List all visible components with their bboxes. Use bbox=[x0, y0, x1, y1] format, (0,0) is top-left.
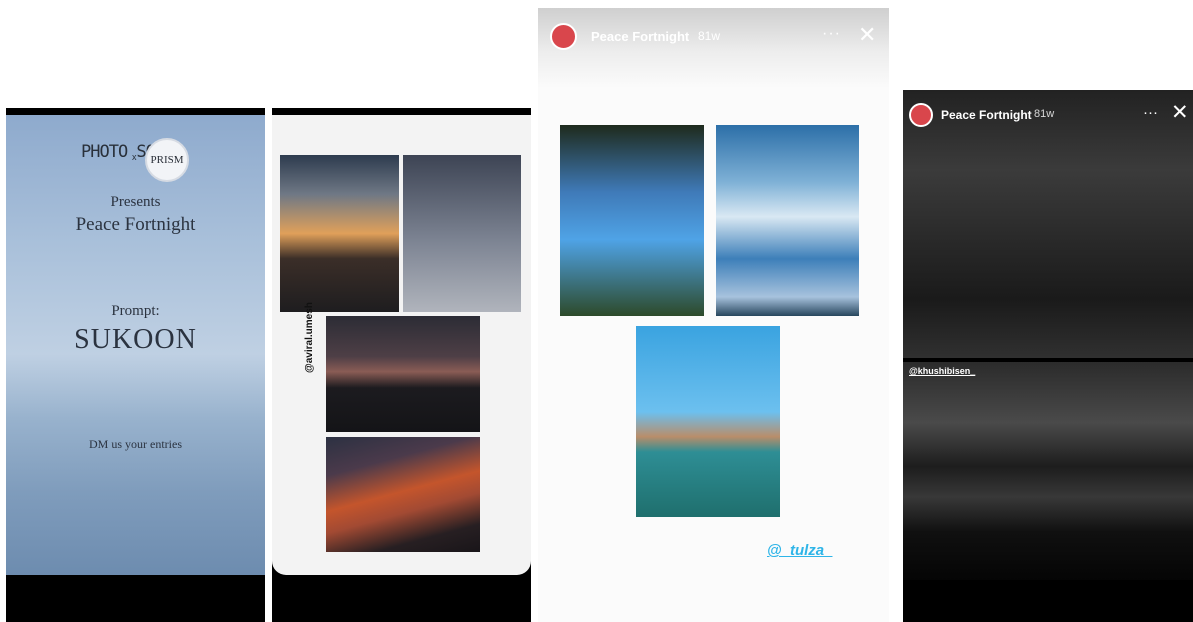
account-avatar[interactable] bbox=[909, 103, 933, 127]
more-options-icon[interactable]: ··· bbox=[822, 25, 841, 43]
photographer-handle[interactable]: @khushibisen_ bbox=[909, 366, 975, 376]
event-title: Peace Fortnight bbox=[75, 214, 196, 235]
story-age: 81w bbox=[1034, 108, 1055, 120]
story-age: 81w bbox=[698, 29, 721, 43]
account-name[interactable]: Peace Fortnight bbox=[941, 108, 1032, 122]
photo-dusk-lake bbox=[326, 316, 480, 432]
photo-monochrome-clouds bbox=[903, 362, 1193, 580]
collage-card: @aviral.umesh bbox=[272, 115, 531, 575]
photo-river-ghats bbox=[636, 326, 780, 517]
photographer-handle[interactable]: @_tulza_ bbox=[767, 542, 832, 559]
dm-entries-text: DM us your entries bbox=[89, 437, 182, 451]
photographer-handle[interactable]: @aviral.umesh bbox=[304, 302, 315, 373]
story-monochrome-khushi: Peace Fortnight 81w ··· ✕ @khushibisen_ bbox=[903, 90, 1193, 622]
close-icon[interactable]: ✕ bbox=[858, 22, 876, 48]
story-collage-tulza: Peace Fortnight 81w ··· ✕ @_tulza_ bbox=[538, 8, 889, 622]
story-announcement: PHOTO SOC x PRISM Presents Peace Fortnig… bbox=[6, 108, 265, 622]
account-name[interactable]: Peace Fortnight bbox=[591, 29, 689, 44]
presents-text: Presents bbox=[110, 194, 161, 210]
more-options-icon[interactable]: ··· bbox=[1143, 104, 1158, 121]
story-collage-aviral: @aviral.umesh bbox=[272, 108, 531, 622]
close-icon[interactable]: ✕ bbox=[1171, 100, 1189, 125]
prompt-label: Prompt: bbox=[111, 303, 160, 319]
photo-bare-tree bbox=[403, 155, 521, 312]
photo-blue-clouds bbox=[716, 125, 859, 316]
account-avatar[interactable] bbox=[550, 23, 577, 50]
photo-tree-sky bbox=[560, 125, 704, 316]
story-header bbox=[538, 8, 889, 88]
photo-orange-clouds bbox=[326, 437, 480, 552]
prism-logo: PRISM bbox=[145, 138, 189, 182]
logo-separator: x bbox=[132, 152, 137, 162]
photo-sunset-hills bbox=[280, 155, 399, 312]
prompt-word: SUKOON bbox=[74, 324, 197, 355]
photo-rainy-street bbox=[903, 90, 1193, 358]
